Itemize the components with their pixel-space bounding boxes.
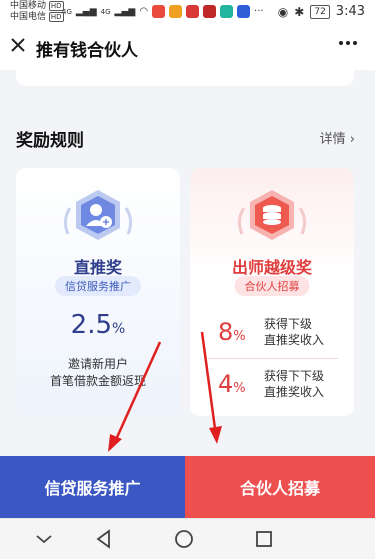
desc-line: 邀请新用户 xyxy=(67,357,128,371)
eye-icon: ◉ xyxy=(277,4,289,19)
reward-row-text: 获得下级 直推奖收入 xyxy=(264,316,324,348)
app-notification-icon xyxy=(237,5,251,18)
card-name: 出师越级奖 xyxy=(231,258,312,277)
partner-recruit-button[interactable]: 合伙人招募 xyxy=(185,456,375,518)
status-right: ◉ ✱ 72 3:43 xyxy=(278,4,365,19)
reward-row: 8% 获得下级 直推奖收入 xyxy=(218,312,338,352)
carrier-info: 中国移动 HD 中国电信 HD xyxy=(10,1,64,23)
app-notification-icon xyxy=(169,5,183,18)
row-line: 直推奖收入 xyxy=(264,385,325,399)
row-line: 获得下级 xyxy=(264,317,313,331)
section-title: 奖励规则 xyxy=(16,131,84,151)
app-notification-icon xyxy=(220,5,234,18)
app-notification-icon xyxy=(186,5,200,18)
direct-reward-card[interactable]: 直推奖 信贷服务推广 2.5% 邀请新用户 首笔借款金额返现 xyxy=(16,168,180,416)
close-icon[interactable] xyxy=(8,35,28,55)
network-2-label: 4G xyxy=(100,7,111,16)
row-line: 获得下下级 xyxy=(264,369,325,383)
previous-card-bottom xyxy=(16,70,354,86)
battery-indicator: 72 xyxy=(310,4,330,19)
details-link[interactable]: 详情 › xyxy=(320,128,355,147)
card-tag: 信贷服务推广 xyxy=(55,276,141,296)
app-notification-icon xyxy=(203,5,217,18)
loan-promotion-button[interactable]: 信贷服务推广 xyxy=(0,456,185,518)
reward-rate: 8% xyxy=(218,318,246,346)
reward-description: 邀请新用户 首笔借款金额返现 xyxy=(16,356,180,390)
status-bar: 中国移动 HD 中国电信 HD 4G ▂▄▆ 4G ▂▄▆ ◠ ··· ◉ ✱ … xyxy=(0,0,375,24)
carrier-1-name: 中国移动 xyxy=(10,1,47,11)
title-bar: 推有钱合伙人 xyxy=(0,24,375,70)
row-line: 直推奖收入 xyxy=(264,333,325,347)
status-icons: 4G ▂▄▆ 4G ▂▄▆ ◠ ··· xyxy=(62,5,264,18)
mentor-reward-card[interactable]: 出师越级奖 合伙人招募 8% 获得下级 直推奖收入 4% 获得下下级 直推奖收入 xyxy=(190,168,354,416)
signal-icon: ▂▄▆ xyxy=(75,6,97,17)
reward-row: 4% 获得下下级 直推奖收入 xyxy=(218,364,338,404)
divider xyxy=(208,358,338,359)
carrier-2-name: 中国电信 xyxy=(10,12,47,22)
rate-unit: % xyxy=(233,329,246,344)
back-icon[interactable] xyxy=(92,527,116,551)
desc-line: 首笔借款金额返现 xyxy=(49,374,146,388)
chevron-down-icon[interactable] xyxy=(32,527,56,551)
reward-rate: 4% xyxy=(218,370,246,398)
network-1-label: 4G xyxy=(62,7,72,16)
card-tag: 合伙人招募 xyxy=(234,276,310,296)
wifi-icon: ◠ xyxy=(139,6,149,17)
rate-value: 4 xyxy=(218,370,234,398)
rate-unit: % xyxy=(233,381,246,396)
system-nav-bar xyxy=(0,518,375,559)
clock: 3:43 xyxy=(335,4,365,19)
bluetooth-icon: ✱ xyxy=(294,4,305,19)
signal-icon-2: ▂▄▆ xyxy=(114,6,136,17)
card-name: 直推奖 xyxy=(73,258,122,277)
user-add-icon xyxy=(58,184,138,260)
more-menu-icon[interactable] xyxy=(337,32,359,60)
recents-icon[interactable] xyxy=(252,527,276,551)
reward-row-text: 获得下下级 直推奖收入 xyxy=(264,368,324,400)
home-icon[interactable] xyxy=(172,527,196,551)
app-notification-icon xyxy=(152,5,166,18)
rate-value: 8 xyxy=(218,318,234,346)
reward-rate: 2.5% xyxy=(16,310,180,340)
coin-stack-icon xyxy=(232,184,312,260)
rate-value: 2.5 xyxy=(70,310,113,340)
rate-unit: % xyxy=(112,321,126,337)
more-notifications: ··· xyxy=(254,6,264,17)
page-title: 推有钱合伙人 xyxy=(36,41,138,61)
